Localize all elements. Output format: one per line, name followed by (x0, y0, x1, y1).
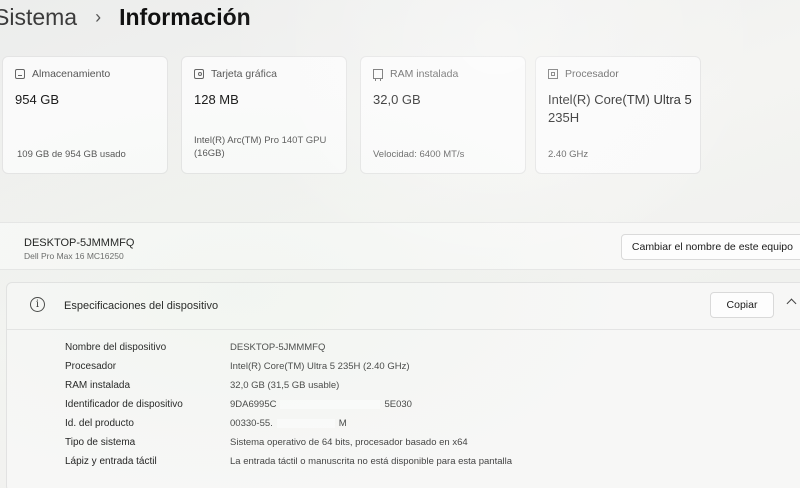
spec-value: 9DA6995C 5E030 (230, 399, 412, 410)
redaction (280, 399, 381, 409)
breadcrumb: Sistema › Información (0, 4, 251, 31)
card-label: Almacenamiento (32, 68, 111, 80)
gpu-card[interactable]: Tarjeta gráfica 128 MB Intel(R) Arc(TM) … (181, 56, 347, 174)
card-detail: Velocidad: 6400 MT/s (373, 149, 465, 160)
spec-value-end: 5E030 (384, 399, 412, 410)
device-name: DESKTOP-5JMMMFQ (24, 237, 135, 249)
device-specs-header[interactable]: i Especificaciones del dispositivo Copia… (7, 283, 800, 329)
device-name-section: DESKTOP-5JMMMFQ Dell Pro Max 16 MC16250 … (0, 222, 800, 270)
spec-value-end: M (338, 418, 347, 429)
spec-value: 00330-55. M (230, 418, 347, 429)
spec-label: RAM instalada (65, 380, 131, 391)
divider (7, 329, 800, 330)
redaction (276, 418, 335, 428)
card-header: Almacenamiento (15, 68, 110, 80)
card-label: Tarjeta gráfica (211, 68, 277, 80)
card-detail: Intel(R) Arc(TM) Pro 140T GPU (16GB) (194, 135, 327, 159)
chevron-up-icon[interactable] (786, 298, 797, 309)
spec-row-ram: RAM instalada 32,0 GB (31,5 GB usable) (65, 376, 512, 395)
card-detail: 2.40 GHz (548, 149, 589, 160)
card-header: Tarjeta gráfica (194, 68, 277, 80)
spec-value: Intel(R) Core(TM) Ultra 5 235H (2.40 GHz… (230, 361, 410, 372)
spec-row-product-id: Id. del producto 00330-55. M (65, 414, 512, 433)
card-value: Intel(R) Core(TM) Ultra 5 235H (548, 92, 692, 125)
spec-value: 32,0 GB (31,5 GB usable) (230, 380, 340, 391)
ram-card[interactable]: RAM instalada 32,0 GB Velocidad: 6400 MT… (360, 56, 526, 174)
settings-page: Sistema › Información Almacenamiento 954… (0, 0, 800, 488)
storage-card[interactable]: Almacenamiento 954 GB 109 GB de 954 GB u… (2, 56, 168, 174)
card-value: 32,0 GB (373, 92, 421, 107)
ram-icon (373, 69, 383, 81)
breadcrumb-parent-sistema[interactable]: Sistema (0, 4, 77, 31)
card-value: 128 MB (194, 92, 239, 107)
storage-icon (15, 69, 25, 79)
spec-value: La entrada táctil o manuscrita no está d… (230, 456, 513, 467)
card-value: 954 GB (15, 92, 60, 107)
spec-value: Sistema operativo de 64 bits, procesador… (230, 437, 468, 448)
spec-label: Procesador (65, 361, 117, 372)
card-header: RAM instalada (373, 68, 459, 81)
spec-row-system-type: Tipo de sistema Sistema operativo de 64 … (65, 433, 512, 452)
spec-row-device-id: Identificador de dispositivo 9DA6995C 5E0… (65, 395, 512, 414)
cpu-card[interactable]: Procesador Intel(R) Core(TM) Ultra 5 235… (535, 56, 701, 174)
device-specs-title: Especificaciones del dispositivo (64, 300, 219, 312)
rename-pc-button[interactable]: Cambiar el nombre de este equipo (620, 234, 800, 260)
spec-row-processor: Procesador Intel(R) Core(TM) Ultra 5 235… (65, 357, 512, 376)
device-model: Dell Pro Max 16 MC16250 (24, 251, 124, 261)
spec-label: Lápiz y entrada táctil (65, 456, 157, 467)
spec-value-start: 9DA6995C (230, 399, 277, 410)
page-title: Información (119, 4, 251, 30)
spec-value-start: 00330-55. (230, 418, 273, 429)
spec-row-pen-touch: Lápiz y entrada táctil La entrada táctil… (65, 452, 512, 471)
card-label: Procesador (565, 68, 619, 80)
breadcrumb-separator: › (95, 7, 102, 27)
spec-label: Id. del producto (65, 418, 134, 429)
spec-label: Tipo de sistema (65, 437, 136, 448)
card-header: Procesador (548, 68, 619, 80)
card-detail: 109 GB de 954 GB usado (17, 149, 126, 160)
device-specs-panel: i Especificaciones del dispositivo Copia… (6, 282, 800, 488)
info-icon: i (30, 297, 45, 312)
spec-table: Nombre del dispositivo DESKTOP-5JMMMFQ P… (65, 338, 512, 471)
spec-label: Nombre del dispositivo (65, 342, 167, 353)
copy-button[interactable]: Copiar (710, 292, 774, 318)
card-label: RAM instalada (390, 68, 459, 80)
spec-row-device-name: Nombre del dispositivo DESKTOP-5JMMMFQ (65, 338, 512, 357)
spec-label: Identificador de dispositivo (65, 399, 183, 410)
cpu-icon (548, 69, 558, 79)
spec-value: DESKTOP-5JMMMFQ (230, 342, 326, 353)
gpu-icon (194, 69, 204, 79)
